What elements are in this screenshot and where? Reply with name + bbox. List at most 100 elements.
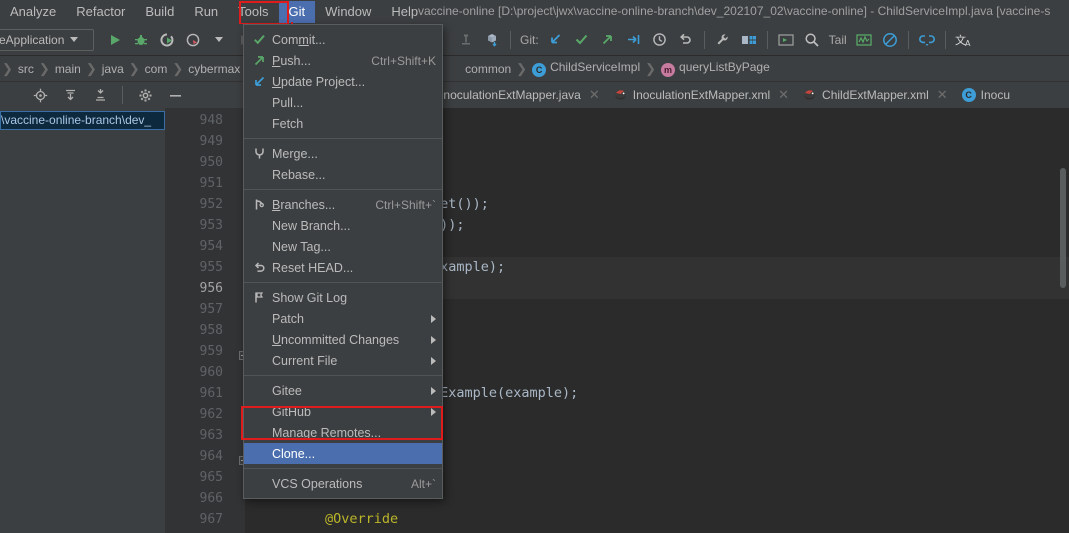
breadcrumb-item-class[interactable]: C ChildServiceImpl	[529, 60, 643, 77]
close-icon[interactable]: ✕	[778, 87, 789, 103]
line-number: 953	[199, 218, 223, 233]
build-artifacts-button[interactable]	[480, 28, 504, 52]
git-menu-item-show-git-log[interactable]: Show Git Log	[244, 287, 442, 308]
tail-button[interactable]: Tail	[825, 33, 851, 47]
editor-gutter[interactable]: 948 949 950 951 952 953 954 955 956 957 …	[165, 108, 248, 533]
settings-icon[interactable]	[711, 28, 735, 52]
git-commit-button[interactable]	[570, 28, 594, 52]
menu-window[interactable]: Window	[315, 1, 381, 23]
git-menu-item-new-branch[interactable]: New Branch...	[244, 215, 442, 236]
git-menu-label: Clone...	[272, 446, 316, 461]
main-toolbar: eApplication Git: Tail 文 A	[0, 24, 1069, 56]
git-update-project-button[interactable]	[544, 28, 568, 52]
breadcrumb-item-com[interactable]: com	[142, 62, 171, 76]
git-menu-item-uncommitted-changes[interactable]: Uncommitted Changes	[244, 329, 442, 350]
line-number: 966	[199, 491, 223, 506]
editor-tab-inoculationextmapper-xml[interactable]: InoculationExtMapper.xml ✕	[607, 82, 796, 108]
git-menu-label: Manage Remotes...	[272, 425, 382, 440]
git-menu-item-new-tag[interactable]: New Tag...	[244, 236, 442, 257]
line-number: 964	[199, 449, 223, 464]
menu-tools[interactable]: Tools	[228, 1, 278, 23]
close-icon[interactable]: ✕	[937, 87, 948, 103]
profile-button[interactable]	[181, 28, 205, 52]
toolbar-separator-2	[703, 30, 705, 49]
toolbar-separator-4	[907, 30, 909, 49]
editor-scrollbar-thumb[interactable]	[1060, 168, 1066, 288]
git-menu-shortcut: Alt+`	[410, 476, 436, 491]
submenu-arrow-icon	[431, 314, 436, 323]
link-icon[interactable]	[915, 28, 939, 52]
line-number: 959	[199, 344, 223, 359]
menu-build[interactable]: Build	[135, 1, 184, 23]
breadcrumb-item-main[interactable]: main	[52, 62, 84, 76]
breadcrumb-item-method[interactable]: m queryListByPage	[658, 60, 773, 77]
breadcrumb-item-java[interactable]: java	[99, 62, 127, 76]
console-icon[interactable]	[774, 28, 798, 52]
editor-tab-label: ChildExtMapper.xml	[822, 88, 929, 102]
locate-icon[interactable]	[28, 83, 52, 107]
git-menu-item-commit[interactable]: Commit...	[244, 29, 442, 50]
git-menu-item-manage-remotes[interactable]: Manage Remotes...	[244, 422, 442, 443]
menu-git-label: Git	[288, 4, 306, 19]
breadcrumb-sep: ❯	[516, 60, 528, 76]
menu-analyze[interactable]: Analyze	[0, 1, 66, 23]
git-menu-item-clone[interactable]: Clone...	[244, 443, 442, 464]
git-menu-item-patch[interactable]: Patch	[244, 308, 442, 329]
search-icon[interactable]	[800, 28, 824, 52]
line-number: 955	[199, 260, 223, 275]
project-tool-window[interactable]: \vaccine-online-branch\dev_	[0, 108, 165, 533]
line-number: 954	[199, 239, 223, 254]
monitor-icon[interactable]	[852, 28, 876, 52]
git-menu-label: New Branch...	[272, 218, 351, 233]
close-icon[interactable]: ✕	[589, 87, 600, 103]
git-rollback-button[interactable]	[622, 28, 646, 52]
menu-git[interactable]: Git	[278, 1, 316, 23]
git-menu-item-rebase[interactable]: Rebase...	[244, 164, 442, 185]
git-menu-item-merge[interactable]: Merge...	[244, 143, 442, 164]
editor-tab-childextmapper-xml[interactable]: ChildExtMapper.xml ✕	[796, 82, 955, 108]
svg-text:A: A	[965, 39, 971, 48]
translate-icon[interactable]: 文A	[952, 28, 976, 52]
hide-panel-icon[interactable]	[163, 83, 187, 107]
menu-run[interactable]: Run	[184, 1, 228, 23]
git-push-button[interactable]	[596, 28, 620, 52]
stop-button[interactable]	[454, 28, 478, 52]
run-with-coverage-button[interactable]	[155, 28, 179, 52]
breadcrumb-item-cybermax[interactable]: cybermax	[185, 62, 243, 76]
collapse-all-icon[interactable]	[88, 83, 112, 107]
line-number: 948	[199, 113, 223, 128]
git-menu-item-gitee[interactable]: Gitee	[244, 380, 442, 401]
line-number: 951	[199, 176, 223, 191]
git-menu-item-branches[interactable]: Branches... Ctrl+Shift+`	[244, 194, 442, 215]
git-menu-item-fetch[interactable]: Fetch	[244, 113, 442, 134]
gear-icon[interactable]	[133, 83, 157, 107]
debug-button[interactable]	[129, 28, 153, 52]
expand-all-icon[interactable]	[58, 83, 82, 107]
profile-dropdown[interactable]	[207, 28, 231, 52]
git-menu-item-current-file[interactable]: Current File	[244, 350, 442, 371]
undo-icon[interactable]	[674, 28, 698, 52]
no-icon[interactable]	[878, 28, 902, 52]
project-structure-icon[interactable]	[737, 28, 761, 52]
check-icon	[250, 33, 268, 46]
run-button[interactable]	[103, 28, 127, 52]
breadcrumb-sep: ❯	[38, 60, 50, 76]
project-tree-selected-node[interactable]: \vaccine-online-branch\dev_	[0, 111, 165, 130]
git-menu-item-push[interactable]: Push... Ctrl+Shift+K	[244, 50, 442, 71]
git-menu-item-vcs-operations[interactable]: VCS Operations Alt+`	[244, 473, 442, 494]
breadcrumb-item-src[interactable]: src	[15, 62, 37, 76]
git-dropdown-menu: Commit... Push... Ctrl+Shift+K Update Pr…	[243, 24, 443, 499]
breadcrumb-sep: ❯	[128, 60, 140, 76]
menu-refactor[interactable]: Refactor	[66, 1, 135, 23]
git-menu-item-reset-head[interactable]: Reset HEAD...	[244, 257, 442, 278]
editor-tab-inocu[interactable]: C Inocu	[955, 82, 1017, 108]
history-icon[interactable]	[648, 28, 672, 52]
line-number: 960	[199, 365, 223, 380]
run-configuration-selector[interactable]: eApplication	[0, 28, 94, 51]
branch-icon	[250, 198, 268, 211]
chevron-down-icon	[70, 37, 79, 42]
breadcrumb-item-common[interactable]: common	[462, 62, 514, 76]
git-menu-item-update-project[interactable]: Update Project...	[244, 71, 442, 92]
git-menu-item-pull[interactable]: Pull...	[244, 92, 442, 113]
git-menu-item-github[interactable]: GitHub	[244, 401, 442, 422]
